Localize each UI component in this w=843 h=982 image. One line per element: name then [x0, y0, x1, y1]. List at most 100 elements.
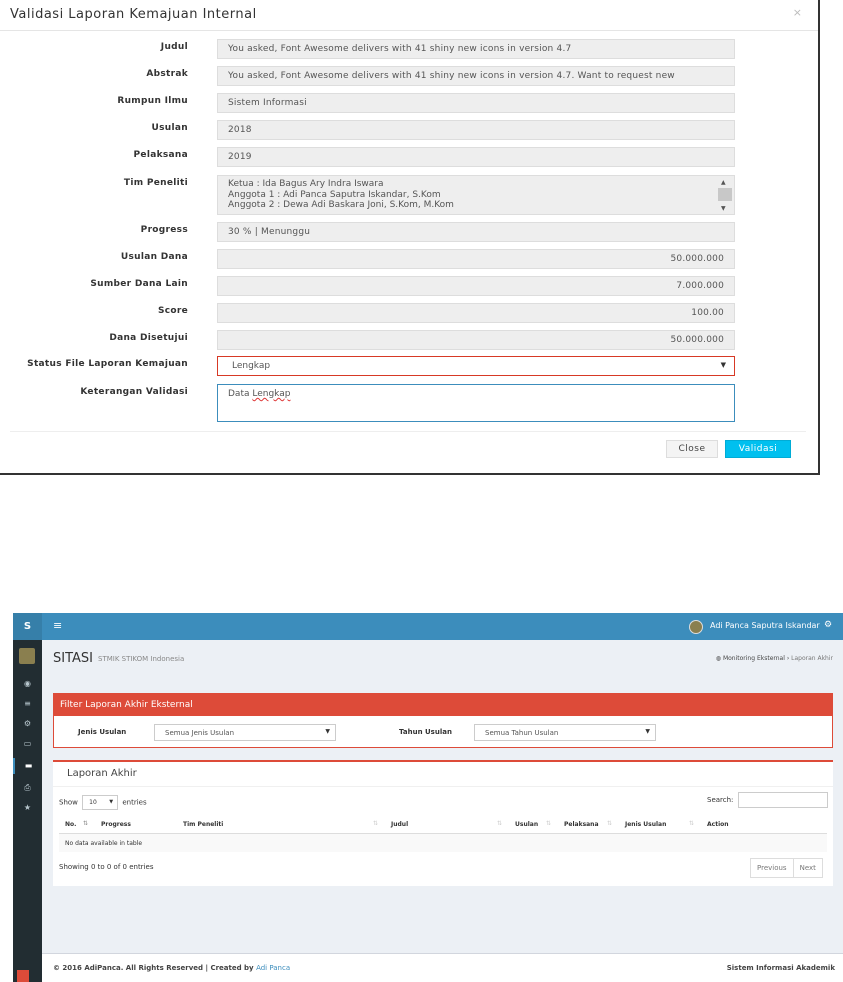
search-label: Search:	[707, 796, 734, 804]
sidebar-avatar[interactable]	[19, 648, 35, 664]
tim-line-anggota-1: Anggota 1 : Adi Panca Saputra Iskandar, …	[228, 189, 441, 200]
sumber-dana-lain-field: 7.000.000	[217, 276, 735, 296]
top-navbar: S ≡ Adi Panca Saputra Iskandar ⚙	[13, 613, 843, 640]
row-keterangan: Keterangan Validasi Data Lengkap	[0, 384, 818, 422]
row-status-file: Status File Laporan Kemajuan Lengkap ▼	[0, 356, 818, 376]
col-usulan[interactable]: Usulan	[515, 821, 538, 828]
keterangan-validasi-textarea[interactable]: Data Lengkap	[217, 384, 735, 422]
row-abstrak: Abstrak You asked, Font Awesome delivers…	[0, 66, 818, 86]
entries-value: 10	[89, 799, 97, 806]
page-title: SITASI	[53, 651, 93, 666]
next-button[interactable]: Next	[792, 859, 822, 877]
empty-table-row: No data available in table	[59, 834, 827, 852]
search-input[interactable]	[738, 792, 828, 808]
textarea-scrollbar[interactable]: ▲ ▼	[718, 178, 732, 212]
status-file-select[interactable]: Lengkap ▼	[217, 356, 735, 376]
globe-icon[interactable]: ◉	[13, 676, 42, 692]
author-link[interactable]: Adi Panca	[256, 964, 290, 972]
col-jenis-usulan[interactable]: Jenis Usulan	[625, 821, 666, 828]
desktop-active-icon[interactable]: ▬	[13, 758, 42, 774]
sidebar: ◉ ≡ ⚙ ▭ ▬ ⎙ ★	[13, 640, 42, 982]
table-box-title: Laporan Akhir	[67, 768, 137, 779]
label-jenis-usulan: Jenis Usulan	[78, 728, 127, 736]
label-pelaksana: Pelaksana	[133, 150, 188, 160]
keterangan-prefix: Data	[228, 389, 253, 399]
col-no[interactable]: No.	[65, 821, 76, 828]
tahun-usulan-select[interactable]: Semua Tahun Usulan ▼	[474, 724, 656, 741]
user-name[interactable]: Adi Panca Saputra Iskandar	[710, 621, 820, 630]
status-file-value: Lengkap	[232, 361, 271, 371]
label-rumpun-ilmu: Rumpun Ilmu	[117, 96, 188, 106]
col-pelaksana[interactable]: Pelaksana	[564, 821, 599, 828]
jenis-usulan-select[interactable]: Semua Jenis Usulan ▼	[154, 724, 336, 741]
caret-down-icon: ▼	[645, 728, 650, 735]
entries-select[interactable]: 10 ▼	[82, 795, 119, 810]
sort-icon[interactable]: ⇅	[546, 820, 551, 827]
close-button[interactable]: Close	[666, 440, 718, 458]
label-dana-disetujui: Dana Disetujui	[109, 333, 188, 343]
desktop-icon[interactable]: ▭	[13, 736, 42, 752]
keterangan-word: Lengkap	[252, 389, 291, 399]
caret-down-icon: ▼	[720, 361, 726, 369]
table-header: No. ⇅ Progress Tim Peneliti ⇅ Judul ⇅ Us…	[59, 816, 827, 834]
list-icon[interactable]: ≡	[13, 696, 42, 712]
row-progress: Progress 30 % | Menunggu	[0, 222, 818, 242]
label-sumber-dana-lain: Sumber Dana Lain	[90, 279, 188, 289]
score-field: 100.00	[217, 303, 735, 323]
label-progress: Progress	[140, 225, 188, 235]
sort-icon[interactable]: ⇅	[689, 820, 694, 827]
entries-label: entries	[122, 798, 147, 807]
gear-icon[interactable]: ⚙	[824, 620, 832, 630]
copyright-text: © 2016 AdiPanca. All Rights Reserved | C…	[53, 964, 257, 972]
hamburger-icon[interactable]: ≡	[53, 619, 62, 632]
page-footer: © 2016 AdiPanca. All Rights Reserved | C…	[42, 953, 843, 982]
close-icon[interactable]: ×	[793, 6, 802, 19]
label-score: Score	[157, 306, 188, 316]
footer-app-name: Sistem Informasi Akademik	[726, 964, 835, 972]
col-tim-peneliti[interactable]: Tim Peneliti	[183, 821, 223, 828]
footer-copyright: © 2016 AdiPanca. All Rights Reserved | C…	[53, 964, 290, 972]
row-usulan-dana: Usulan Dana 50.000.000	[0, 249, 818, 269]
filter-box: Filter Laporan Akhir Eksternal Jenis Usu…	[53, 693, 833, 748]
breadcrumb-item-monitoring[interactable]: Monitoring Eksternal	[723, 655, 785, 662]
app-logo[interactable]: S	[13, 613, 42, 640]
label-tahun-usulan: Tahun Usulan	[399, 728, 452, 736]
sort-asc-icon[interactable]: ⇅	[83, 820, 88, 827]
user-avatar[interactable]	[689, 620, 703, 634]
caret-down-icon: ▼	[325, 728, 330, 735]
col-judul[interactable]: Judul	[391, 821, 408, 828]
sort-icon[interactable]: ⇅	[607, 820, 612, 827]
judul-field: You asked, Font Awesome delivers with 41…	[217, 39, 735, 59]
previous-button[interactable]: Previous	[751, 859, 793, 877]
label-abstrak: Abstrak	[146, 69, 188, 79]
scroll-down-icon[interactable]: ▼	[721, 204, 726, 215]
cogs-icon[interactable]: ⚙	[13, 716, 42, 732]
breadcrumb: ◍ Monitoring Eksternal › Laporan Akhir	[716, 655, 833, 662]
row-judul: Judul You asked, Font Awesome delivers w…	[0, 39, 818, 59]
label-judul: Judul	[160, 42, 188, 52]
col-progress[interactable]: Progress	[101, 821, 131, 828]
sort-icon[interactable]: ⇅	[373, 820, 378, 827]
breadcrumb-item-laporan-akhir: Laporan Akhir	[791, 655, 833, 662]
tim-peneliti-textarea[interactable]: Ketua : Ida Bagus Ary Indra Iswara Anggo…	[217, 175, 735, 215]
corner-logo-icon	[17, 970, 29, 982]
pagination: Previous Next	[750, 858, 823, 878]
col-action: Action	[707, 821, 729, 828]
star-icon[interactable]: ★	[13, 800, 42, 816]
usulan-field: 2018	[217, 120, 735, 140]
jenis-usulan-value: Semua Jenis Usulan	[165, 729, 235, 737]
tahun-usulan-value: Semua Tahun Usulan	[485, 729, 559, 737]
sort-icon[interactable]: ⇅	[497, 820, 502, 827]
table-info: Showing 0 to 0 of 0 entries	[59, 863, 154, 871]
rumpun-ilmu-field: Sistem Informasi	[217, 93, 735, 113]
scroll-up-icon[interactable]: ▲	[721, 178, 726, 189]
modal-title: Validasi Laporan Kemajuan Internal	[10, 7, 257, 22]
validasi-button[interactable]: Validasi	[725, 440, 791, 458]
validation-modal: Validasi Laporan Kemajuan Internal × Jud…	[0, 0, 820, 475]
scrollbar-thumb[interactable]	[718, 188, 732, 201]
label-status-file: Status File Laporan Kemajuan	[27, 359, 188, 369]
row-rumpun: Rumpun Ilmu Sistem Informasi	[0, 93, 818, 113]
print-icon[interactable]: ⎙	[13, 780, 42, 796]
modal-divider	[0, 30, 818, 31]
pelaksana-field: 2019	[217, 147, 735, 167]
